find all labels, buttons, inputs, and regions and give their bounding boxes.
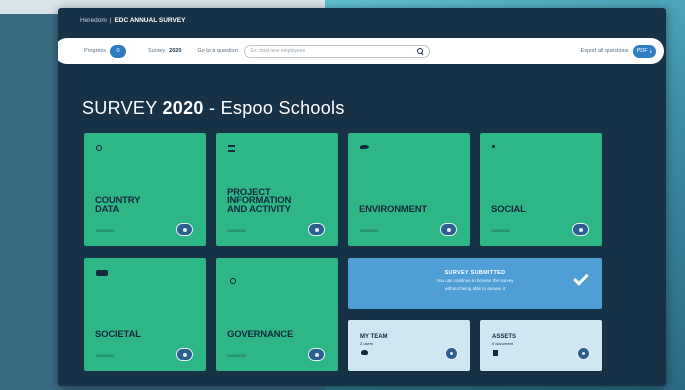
arrow-icon xyxy=(182,352,187,357)
export-pdf-label: PDF xyxy=(636,48,648,54)
tile-progress: 1000/5000 xyxy=(227,353,246,358)
title-prefix: SURVEY xyxy=(82,98,158,118)
arrow-icon xyxy=(578,227,583,232)
open-tile-button[interactable] xyxy=(176,223,193,236)
leaf-icon xyxy=(360,145,369,149)
open-team-button[interactable] xyxy=(445,347,458,360)
arrow-icon xyxy=(582,352,585,355)
my-team-heading: MY TEAM xyxy=(360,334,388,340)
survey-label: Survey xyxy=(148,48,166,54)
arrow-icon xyxy=(314,352,319,357)
download-icon: ⤓ xyxy=(649,47,652,54)
tile-societal[interactable]: SOCIETAL 1000/5000 xyxy=(84,258,206,371)
submitted-line-1: You can continue to browse the survey xyxy=(436,278,514,283)
page-title: SURVEY 2020 - Espoo Schools xyxy=(82,98,345,119)
arrow-icon xyxy=(314,227,319,232)
info-icon xyxy=(96,145,102,151)
survey-year[interactable]: 2020 xyxy=(169,48,181,54)
submitted-line-2: without being able to answer it xyxy=(444,286,506,291)
export-pdf-button[interactable]: PDF ⤓ xyxy=(632,44,656,58)
people-icon xyxy=(361,350,368,355)
people-icon xyxy=(492,145,495,148)
arrow-icon xyxy=(450,352,453,355)
tile-progress: 1000/5000 xyxy=(227,228,246,233)
app-window: Heredom | EDC ANNUAL SURVEY Progress 0 S… xyxy=(58,8,666,386)
open-tile-button[interactable] xyxy=(308,348,325,361)
breadcrumb: Heredom | EDC ANNUAL SURVEY xyxy=(58,8,666,32)
assets-card[interactable]: ASSETS 0 document xyxy=(480,320,602,371)
tile-progress: 1000/5000 xyxy=(359,228,378,233)
title-suffix: - Espoo Schools xyxy=(209,98,345,118)
survey-toolbar: Progress 0 Survey 2020 Go to a question … xyxy=(58,38,664,64)
tile-country-data[interactable]: COUNTRY DATA 1000/5000 xyxy=(84,133,206,246)
progress-group: Progress 0 xyxy=(84,44,127,58)
survey-submitted-banner: SURVEY SUBMITTED You can continue to bro… xyxy=(348,258,602,309)
breadcrumb-section[interactable]: EDC ANNUAL SURVEY xyxy=(114,17,185,24)
my-team-card[interactable]: MY TEAM 2 users xyxy=(348,320,470,371)
open-tile-button[interactable] xyxy=(440,223,457,236)
search-input[interactable]: Ex: total new employees xyxy=(243,44,430,58)
submitted-heading: SURVEY SUBMITTED xyxy=(444,270,506,276)
goto-group: Go to a question Ex: total new employees xyxy=(197,44,430,58)
governance-icon xyxy=(230,278,236,284)
tile-governance[interactable]: GOVERNANCE 1000/5000 xyxy=(216,258,338,371)
export-label: Export all questions xyxy=(580,48,629,54)
tile-progress: 1000/5000 xyxy=(95,228,114,233)
tile-progress: 1000/5000 xyxy=(491,228,510,233)
open-tile-button[interactable] xyxy=(572,223,589,236)
my-team-count: 2 users xyxy=(360,341,374,346)
document-icon xyxy=(493,350,498,356)
search-icon[interactable] xyxy=(416,48,423,54)
open-assets-button[interactable] xyxy=(577,347,590,360)
assets-count: 0 document xyxy=(492,341,513,346)
progress-badge: 0 xyxy=(110,44,127,58)
tile-label: COUNTRY DATA xyxy=(95,195,141,215)
open-tile-button[interactable] xyxy=(308,223,325,236)
document-icon xyxy=(228,145,235,152)
open-tile-button[interactable] xyxy=(176,348,193,361)
assets-heading: ASSETS xyxy=(492,334,517,340)
tile-environment[interactable]: ENVIRONMENT 1000/5000 xyxy=(348,133,470,246)
search-placeholder: Ex: total new employees xyxy=(250,48,305,54)
tile-progress: 1000/5000 xyxy=(95,353,114,358)
arrow-icon xyxy=(446,227,451,232)
tile-label: SOCIETAL xyxy=(95,328,141,340)
breadcrumb-home[interactable]: Heredom xyxy=(80,17,107,24)
tile-social[interactable]: SOCIAL 1000/5000 xyxy=(480,133,602,246)
tile-label: GOVERNANCE xyxy=(227,328,294,340)
arrow-icon xyxy=(182,227,187,232)
progress-label: Progress xyxy=(84,48,107,54)
export-group: Export all questions PDF ⤓ xyxy=(580,44,656,58)
tile-project-information[interactable]: PROJECT INFORMATION AND ACTIVITY 1000/50… xyxy=(216,133,338,246)
goto-label: Go to a question xyxy=(197,48,238,54)
speech-icon xyxy=(96,270,108,276)
survey-group: Survey 2020 xyxy=(148,48,181,54)
breadcrumb-separator: | xyxy=(109,16,112,24)
tile-label: PROJECT INFORMATION AND ACTIVITY xyxy=(227,186,292,215)
tile-label: ENVIRONMENT xyxy=(359,203,427,215)
tile-label: SOCIAL xyxy=(491,203,526,215)
title-year: 2020 xyxy=(162,98,204,118)
